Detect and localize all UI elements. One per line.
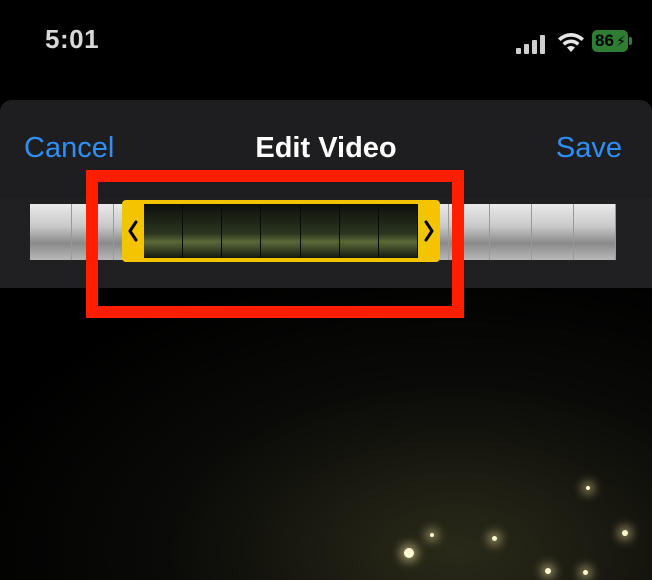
- status-bar: 5:01 86 ⚡: [0, 0, 652, 100]
- battery-charging-icon: 86 ⚡: [592, 30, 632, 52]
- status-time: 5:01: [45, 24, 100, 54]
- highlight-box: [86, 170, 464, 318]
- battery-level: 86: [595, 31, 614, 50]
- save-button[interactable]: Save: [556, 132, 622, 165]
- wifi-icon: [558, 33, 584, 52]
- video-preview[interactable]: [0, 288, 652, 580]
- charging-bolt-icon: ⚡: [616, 33, 626, 49]
- page-title: Edit Video: [255, 132, 397, 164]
- cellular-signal-icon: [516, 34, 548, 54]
